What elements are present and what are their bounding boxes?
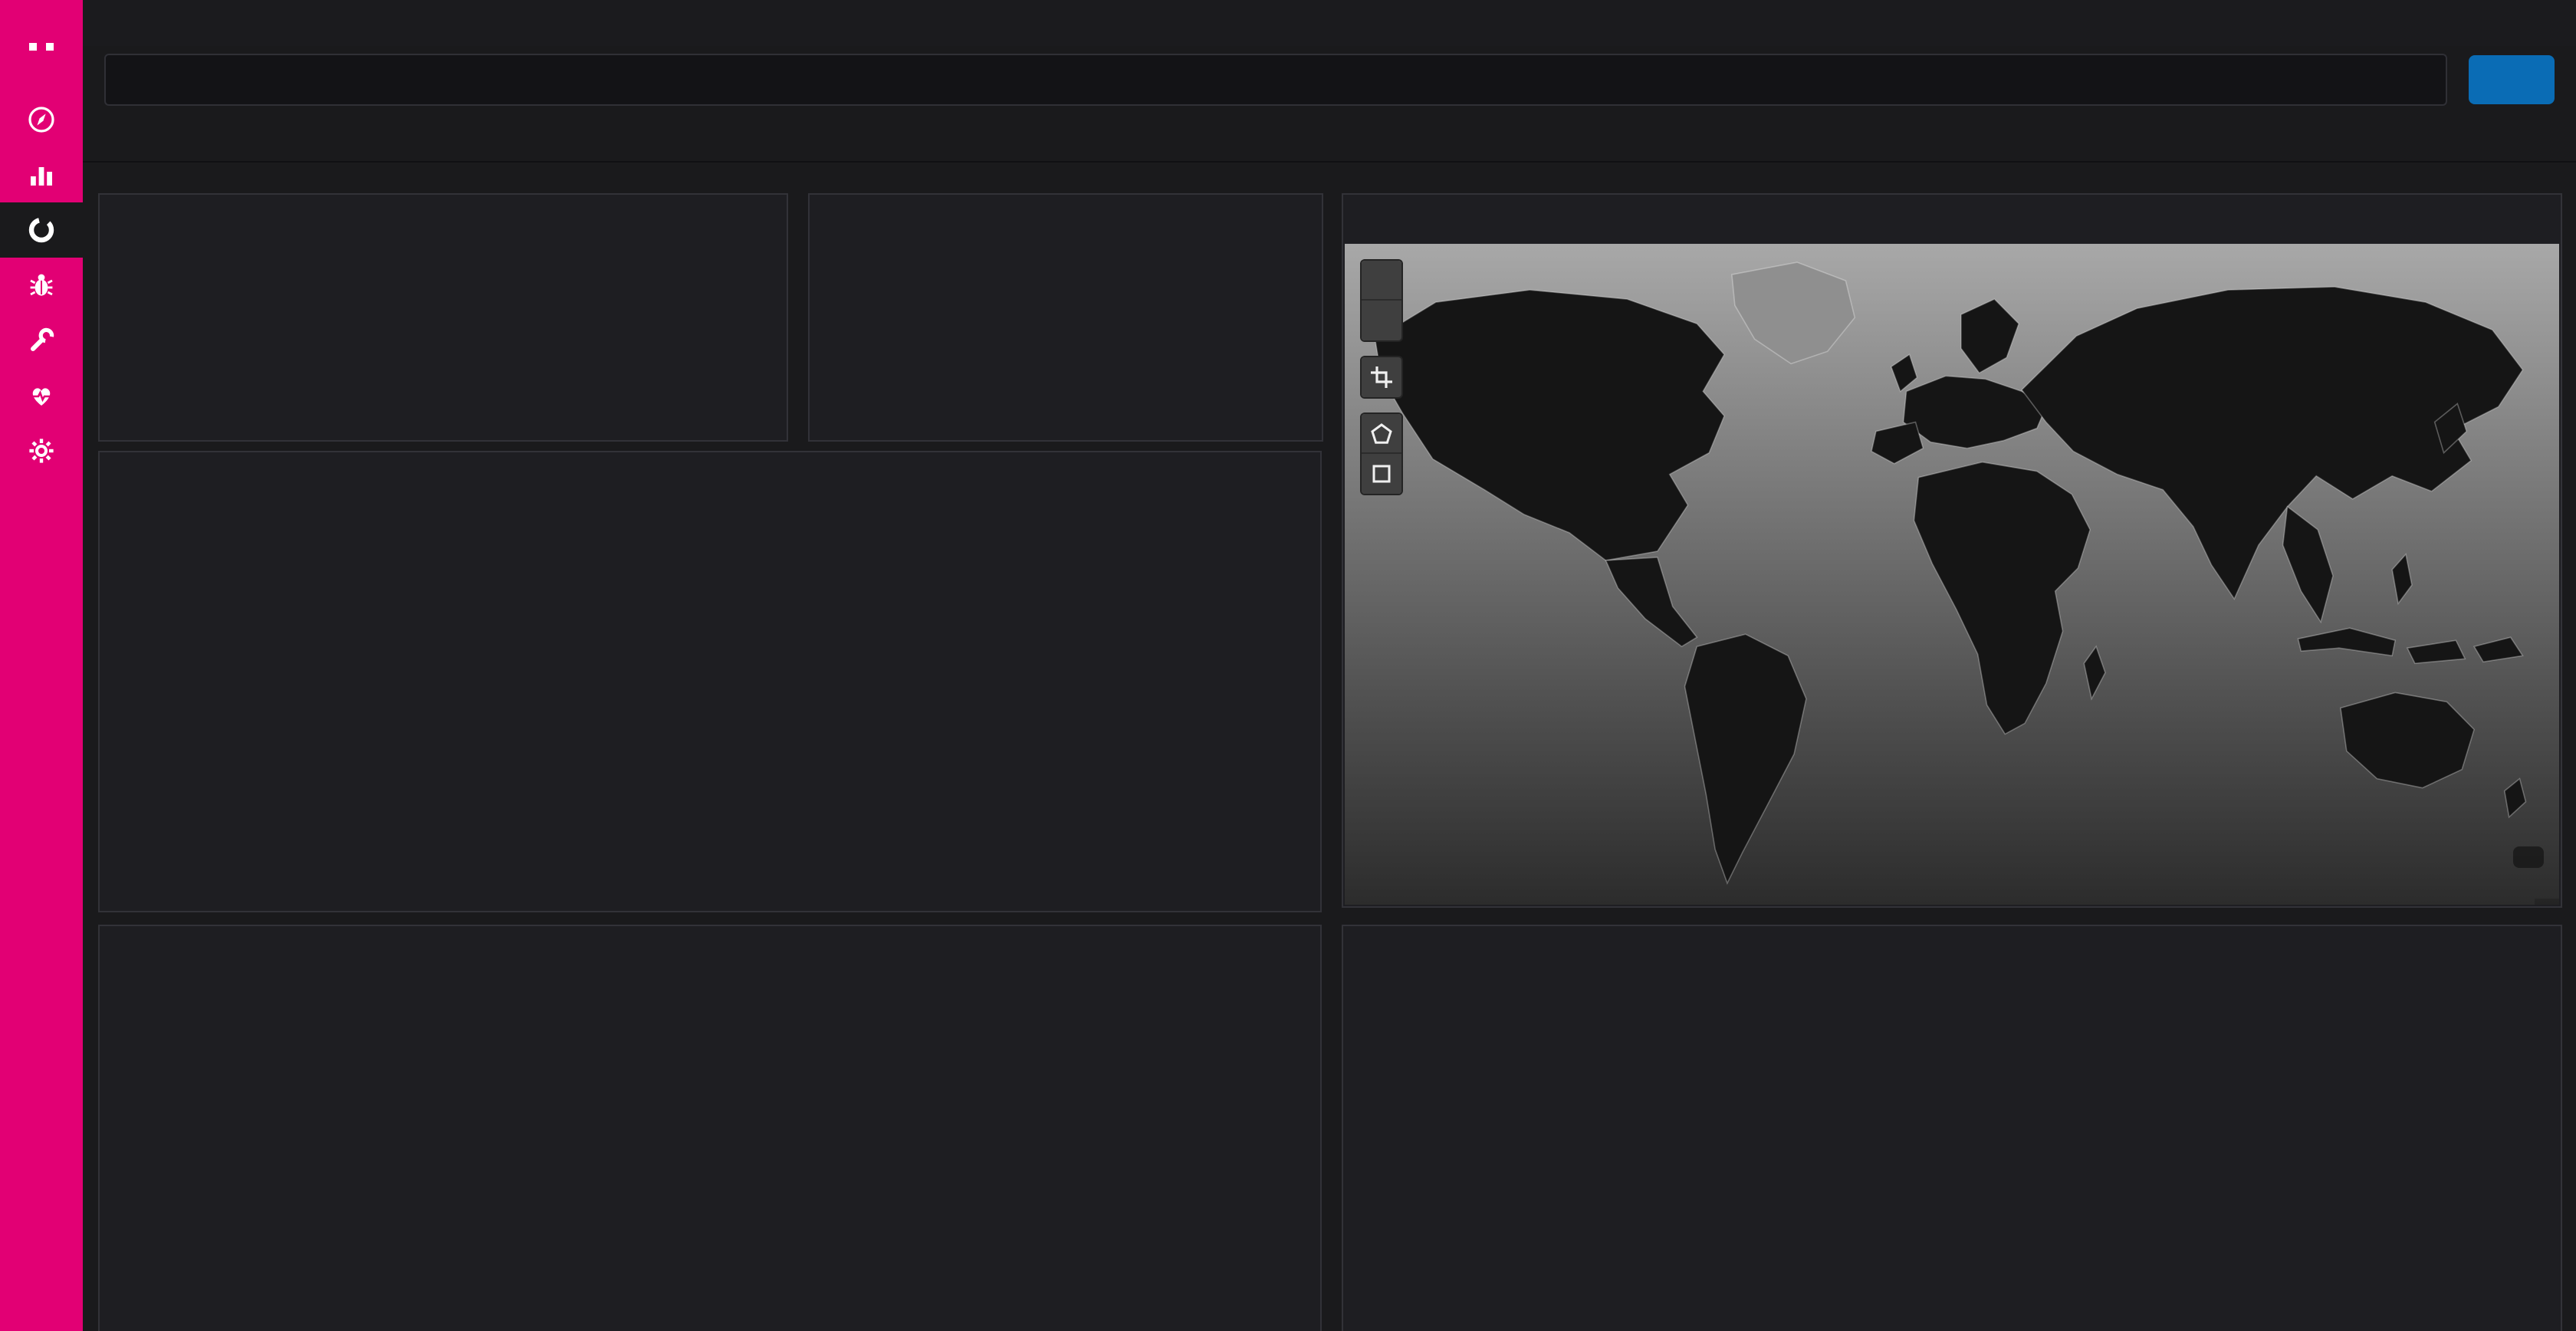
panel-title — [1343, 926, 2561, 945]
bar-chart-icon — [26, 159, 57, 190]
app-sidebar — [0, 0, 83, 1331]
main-content — [83, 0, 2576, 1331]
map-controls — [1360, 259, 1403, 495]
crop-icon — [1371, 366, 1392, 388]
search-input[interactable] — [135, 67, 2417, 93]
auto-refresh-button[interactable] — [2461, 12, 2469, 35]
app-window — [0, 0, 2576, 1331]
wrench-icon — [26, 325, 57, 356]
logo-dot-left — [29, 42, 37, 50]
protocols-bar-chart[interactable] — [112, 972, 1066, 1331]
gauge-donut-icon — [26, 215, 57, 245]
gear-icon — [26, 435, 57, 466]
panel-title — [100, 452, 1320, 471]
attacks-bar-chart[interactable] — [109, 247, 569, 428]
search-box[interactable] — [104, 54, 2447, 106]
panel-heralding-attack-map — [1342, 193, 2562, 908]
sidebar-item-dashboard[interactable] — [0, 202, 83, 258]
map-zoom-out-button[interactable] — [1362, 301, 1401, 340]
rectangle-icon — [1371, 463, 1392, 485]
topbar-actions — [2357, 12, 2555, 35]
map-zoom-in-button[interactable] — [1362, 261, 1401, 301]
refresh-button[interactable] — [2469, 55, 2555, 104]
logo-dot-right — [46, 42, 54, 50]
map-count-legend — [2513, 846, 2544, 868]
bug-icon — [26, 270, 57, 301]
sidebar-item-settings[interactable] — [0, 423, 83, 478]
map-attribution — [2535, 899, 2559, 905]
filter-bar — [83, 117, 2576, 163]
world-map — [1345, 244, 2559, 905]
map-canvas[interactable] — [1345, 244, 2559, 905]
panel-heralding-protocols-histogram — [98, 925, 1322, 1331]
panel-title — [1343, 195, 2561, 213]
panel-title — [100, 926, 1320, 945]
heart-pulse-icon — [26, 380, 57, 411]
sidebar-item-tools[interactable] — [0, 313, 83, 368]
add-filter-link[interactable] — [104, 124, 110, 146]
map-fit-data-button[interactable] — [1362, 357, 1401, 397]
panel-heralding-attacks-histogram — [98, 451, 1322, 912]
map-draw-polygon-button[interactable] — [1362, 414, 1401, 454]
panel-attacks-by-country-histogram — [1342, 925, 2562, 1331]
time-range-picker[interactable] — [2521, 12, 2528, 35]
sidebar-item-health[interactable] — [0, 368, 83, 423]
polygon-icon — [1371, 422, 1392, 444]
top-navbar — [83, 0, 2576, 46]
panel-title — [810, 195, 1322, 213]
panel-heralding-attacks-bar — [98, 193, 788, 442]
panel-title — [100, 195, 787, 213]
telekom-logo — [0, 0, 83, 92]
metric-group — [810, 265, 1322, 271]
sidebar-item-discover[interactable] — [0, 92, 83, 147]
country-area-chart[interactable] — [1355, 972, 2309, 1331]
compass-icon — [26, 104, 57, 135]
query-bar — [83, 46, 2576, 117]
map-draw-rect-button[interactable] — [1362, 454, 1401, 494]
panel-heralding-attacks-metric — [808, 193, 1323, 442]
sidebar-item-visualize[interactable] — [0, 147, 83, 202]
sidebar-item-security[interactable] — [0, 258, 83, 313]
attacks-line-chart[interactable] — [112, 498, 1066, 866]
